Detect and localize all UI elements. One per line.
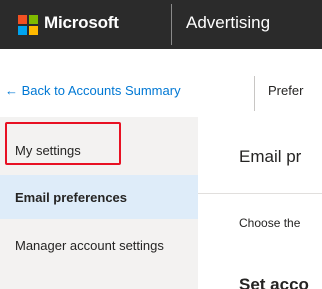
microsoft-logo-icon[interactable]: [18, 15, 38, 35]
logo-green-square: [29, 15, 38, 24]
logo-blue-square: [18, 26, 27, 35]
sidebar-item-email-preferences[interactable]: Email preferences: [0, 175, 198, 219]
top-bar: Microsoft Advertising: [0, 0, 322, 49]
sidebar-item-label: My settings: [15, 143, 81, 158]
topbar-divider: [171, 4, 172, 45]
main-content: Email pr Choose the Set acco: [198, 117, 322, 289]
page-title: Email pr: [239, 147, 302, 166]
tab-preferences[interactable]: Prefer: [268, 83, 303, 98]
product-name[interactable]: Advertising: [186, 13, 270, 33]
page-description: Choose the: [239, 216, 301, 230]
sidebar-item-manager-account-settings[interactable]: Manager account settings: [0, 225, 198, 289]
section-heading: Set acco: [239, 275, 309, 289]
sidebar-item-label: Email preferences: [15, 190, 128, 205]
brand-name[interactable]: Microsoft: [44, 13, 119, 33]
subnav-divider: [254, 76, 255, 111]
content-divider: [198, 193, 322, 194]
settings-sidebar: My settings Email preferences Manager ac…: [0, 117, 198, 289]
logo-red-square: [18, 15, 27, 24]
logo-yellow-square: [29, 26, 38, 35]
sidebar-item-label: Manager account settings: [15, 238, 164, 253]
sidebar-item-my-settings[interactable]: My settings: [0, 117, 198, 173]
back-to-accounts-summary-link[interactable]: ← Back to Accounts Summary: [5, 83, 181, 98]
